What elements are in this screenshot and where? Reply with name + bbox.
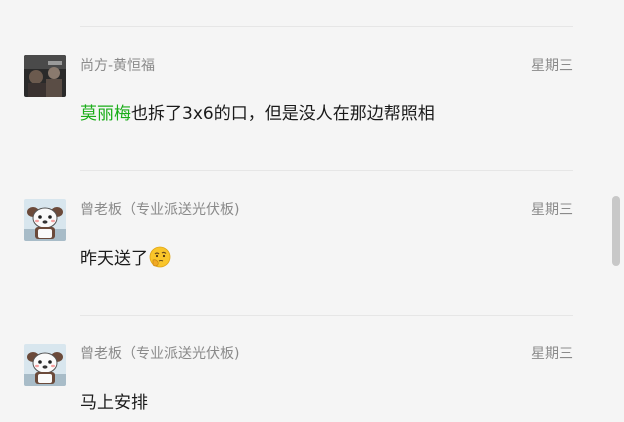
message-text[interactable]: 马上安排 [80, 388, 148, 413]
message-text[interactable]: 莫丽梅也拆了3x6的口，但是没人在那边帮照相 [80, 99, 435, 124]
sender-avatar[interactable] [24, 199, 66, 241]
message-body: 马上安排 [80, 393, 148, 413]
vertical-scrollbar[interactable] [608, 0, 624, 422]
message-text[interactable]: 昨天送了 [80, 244, 171, 273]
message-time: 星期三 [531, 346, 573, 362]
divider [80, 26, 573, 27]
divider [80, 170, 573, 171]
sender-name: 尚方-黄恒福 [80, 58, 156, 74]
message-time: 星期三 [531, 58, 573, 74]
sender-avatar[interactable] [24, 55, 66, 97]
message-time: 星期三 [531, 202, 573, 218]
cartoon-dog-avatar [24, 344, 66, 386]
mention-link[interactable]: 莫丽梅 [80, 104, 131, 124]
message-body: 昨天送了 [80, 249, 148, 269]
message-body: 也拆了3x6的口，但是没人在那边帮照相 [131, 104, 435, 124]
cartoon-dog-avatar [24, 199, 66, 241]
message-list[interactable]: 尚方-黄恒福 星期三 莫丽梅也拆了3x6的口，但是没人在那边帮照相 曾老板（专业… [0, 0, 608, 422]
photo-avatar [24, 55, 66, 97]
sender-avatar[interactable] [24, 344, 66, 386]
divider [80, 315, 573, 316]
thinking-face-icon [149, 246, 171, 273]
sender-name: 曾老板（专业派送光伏板) [80, 202, 240, 218]
sender-name: 曾老板（专业派送光伏板) [80, 346, 240, 362]
scrollbar-thumb[interactable] [612, 196, 620, 266]
